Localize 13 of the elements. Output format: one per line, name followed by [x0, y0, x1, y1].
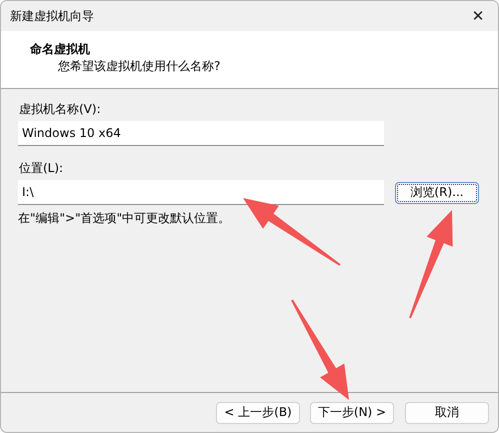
name-field[interactable]: Windows 10 x64	[18, 121, 384, 146]
field-label: 位置(L):	[19, 160, 64, 177]
page-title: 命名虚拟机	[30, 41, 91, 57]
browse-button[interactable]: 浏览(R)...	[395, 182, 479, 204]
close-button[interactable]: ✕	[458, 1, 498, 31]
window-title: 新建虚拟机向导	[10, 8, 94, 24]
page-subtitle: 您希望该虚拟机使用什么名称?	[57, 58, 222, 75]
wizard-button[interactable]: 下一步(N) >	[310, 402, 394, 424]
wizard-button[interactable]: 取消	[405, 402, 489, 424]
hint-text: 在"编辑">"首选项"中可更改默认位置。	[18, 210, 232, 226]
field-label: 虚拟机名称(V):	[19, 101, 102, 118]
location-field[interactable]: I:\	[18, 180, 384, 205]
wizard-button[interactable]: < 上一步(B)	[216, 402, 300, 424]
